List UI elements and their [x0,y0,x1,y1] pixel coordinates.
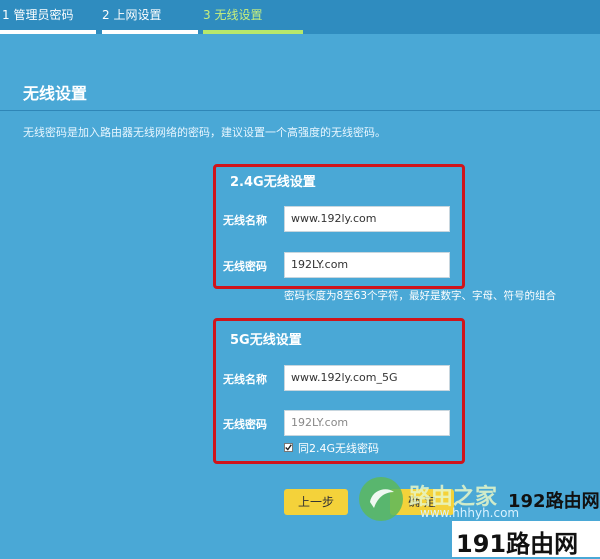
page-description: 无线密码是加入路由器无线网络的密码，建议设置一个高强度的无线密码。 [23,126,386,139]
band5-title: 5G无线设置 [230,333,302,348]
password-hint: 密码长度为8至63个字符，最好是数字、字母、符号的组合 [284,290,557,302]
leaf-logo-icon [359,477,403,521]
band5-name-label: 无线名称 [223,373,267,386]
title-divider [0,110,600,111]
checkmark-icon [285,444,292,451]
band24-password-label: 无线密码 [223,260,267,273]
step-navigation: 1 管理员密码 2 上网设置 3 无线设置 [0,0,600,34]
same-password-label: 同2.4G无线密码 [298,442,380,455]
band24-password-input[interactable]: 192LY.com [284,252,450,278]
watermark-url: www.hhhyh.com [420,506,520,520]
step-wireless-settings-bar [203,30,303,34]
watermark-brand-191: 191路由网 [456,530,579,558]
band5-password-label: 无线密码 [223,418,267,431]
band24-name-label: 无线名称 [223,214,267,227]
watermark-logo [356,474,406,524]
watermark-brand-192: 192路由网 [508,491,600,512]
band5-name-input[interactable]: www.192ly.com_5G [284,365,450,391]
band5-password-input[interactable]: 192LY.com [284,410,450,436]
page-title: 无线设置 [23,84,88,103]
step-admin-password-bar [0,30,96,34]
band24-name-input[interactable]: www.192ly.com [284,206,450,232]
step-wireless-settings[interactable]: 3 无线设置 [203,0,262,30]
prev-button[interactable]: 上一步 [284,489,348,515]
step-admin-password[interactable]: 1 管理员密码 [2,0,73,30]
band24-title: 2.4G无线设置 [230,175,316,190]
step-internet-settings-bar [102,30,198,34]
step-internet-settings[interactable]: 2 上网设置 [102,0,161,30]
same-password-checkbox[interactable] [284,443,293,452]
